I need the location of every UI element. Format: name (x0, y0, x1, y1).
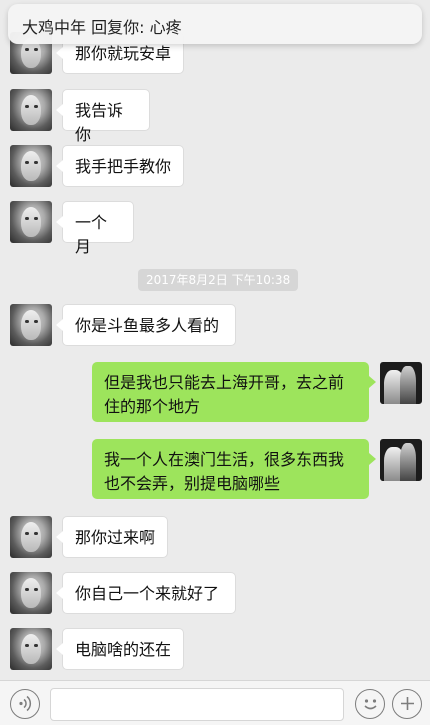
message-bubble-8[interactable]: 你自己一个来就好了 (56, 572, 236, 614)
message-bubble-4[interactable]: 你是斗鱼最多人看的 (56, 304, 236, 346)
message-input[interactable] (50, 688, 344, 721)
contact-avatar[interactable] (10, 304, 52, 346)
contact-avatar[interactable] (10, 145, 52, 187)
my-avatar[interactable] (380, 362, 422, 404)
my-avatar[interactable] (380, 439, 422, 481)
plus-icon (400, 697, 414, 710)
voice-button[interactable] (10, 689, 40, 719)
voice-icon (18, 695, 31, 712)
message-bubble-9[interactable]: 电脑啥的还在 (56, 628, 184, 670)
contact-avatar[interactable] (10, 89, 52, 131)
input-bar (0, 680, 430, 725)
message-bubble-6[interactable]: 我一个人在澳门生活，很多东西我也不会弄，别提电脑哪些 (92, 439, 376, 499)
message-bubble-5[interactable]: 但是我也只能去上海开哥，去之前住的那个地方 (92, 362, 376, 422)
add-button[interactable] (392, 689, 422, 719)
emoji-button[interactable] (355, 689, 385, 719)
chat-timestamp: 2017年8月2日 下午10:38 (138, 269, 299, 291)
message-bubble-1[interactable]: 我告诉你 (56, 89, 150, 144)
emoji-icon (363, 699, 377, 710)
chat-area[interactable]: 那你就玩安卓 我告诉你 我手把手教你 一个月 2017年8月2日 下午10:38… (0, 0, 430, 680)
notification-banner[interactable]: 大鸡中年 回复你: 心疼 (8, 4, 422, 44)
message-bubble-7[interactable]: 那你过来啊 (56, 516, 168, 558)
message-bubble-2[interactable]: 我手把手教你 (56, 145, 184, 187)
contact-avatar[interactable] (10, 572, 52, 614)
notification-text: 大鸡中年 回复你: 心疼 (22, 18, 182, 37)
contact-avatar[interactable] (10, 201, 52, 243)
contact-avatar[interactable] (10, 516, 52, 558)
contact-avatar[interactable] (10, 628, 52, 670)
message-bubble-3[interactable]: 一个月 (56, 201, 134, 256)
